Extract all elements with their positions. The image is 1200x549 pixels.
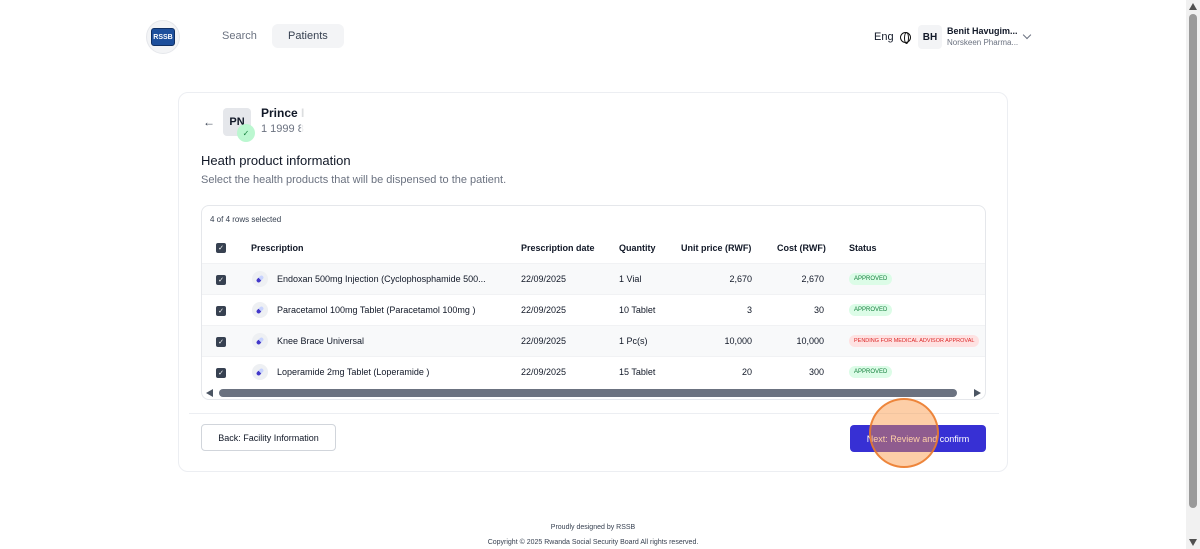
nav-tab-patients[interactable]: Patients [272,24,344,48]
row-checkbox[interactable]: ✓ [216,275,226,285]
quantity: 10 Tablet [619,305,656,315]
row-checkbox[interactable]: ✓ [216,368,226,378]
logo-mark: RSSB [151,28,175,46]
cost: 30 [813,305,824,315]
section-title: Heath product information [201,153,351,168]
user-avatar[interactable]: BH [918,25,942,49]
column-header-unit-price[interactable]: Unit price (RWF) [681,243,751,253]
vertical-scrollbar-thumb[interactable] [1189,14,1197,508]
column-header-prescription[interactable]: Prescription [251,243,304,253]
table-row[interactable]: ✓ Knee Brace Universal 22/09/2025 1 Pc(s… [202,325,985,356]
table-row[interactable]: ✓ Loperamide 2mg Tablet (Loperamide ) 22… [202,356,985,387]
vertical-scrollbar[interactable] [1186,0,1200,549]
column-header-cost[interactable]: Cost (RWF) [777,243,826,253]
globe-icon [899,31,911,44]
unit-price: 2,670 [729,274,752,284]
verified-check-icon: ✓ [237,124,255,142]
pill-icon [252,271,268,287]
footer-credit: Proudly designed by RSSB [550,524,636,531]
scroll-left-arrow-icon[interactable] [206,389,213,397]
cost: 300 [808,367,824,377]
unit-price: 3 [746,305,752,315]
scroll-right-arrow-icon[interactable] [974,389,981,397]
rssb-logo[interactable]: RSSB [146,20,180,54]
click-indicator [869,398,939,468]
patient-id: 1 1999 8 [261,123,304,135]
scroll-down-arrow-icon[interactable] [1189,539,1197,546]
scrollbar-thumb[interactable] [219,389,957,397]
cost: 10,000 [796,336,824,346]
footer-copyright: Copyright © 2025 Rwanda Social Security … [487,539,699,546]
prescription-date: 22/09/2025 [521,367,567,377]
row-checkbox[interactable]: ✓ [216,337,226,347]
select-all-checkbox[interactable]: ✓ [216,243,226,253]
prescription-date: 22/09/2025 [521,274,567,284]
unit-price: 10,000 [724,336,752,346]
patient-name: Prince I [261,106,305,120]
back-arrow-icon[interactable]: ← [203,115,215,129]
prescription-date: 22/09/2025 [521,305,567,315]
language-label: Eng [874,31,894,43]
table-row[interactable]: ✓ Endoxan 500mg Injection (Cyclophospham… [202,263,985,294]
horizontal-scrollbar[interactable] [202,386,985,399]
products-table: 4 of 4 rows selected ✓ Prescription Pres… [201,205,986,400]
top-navigation: RSSB Search Patients Eng BH Benit Havugi… [0,0,1186,72]
redaction-blur [301,103,381,137]
status-badge: PENDING FOR MEDICAL ADVISOR APPROVAL [849,335,980,347]
nav-tab-search[interactable]: Search [206,24,273,48]
unit-price: 20 [741,367,752,377]
user-organization: Norskeen Pharma... [947,38,1019,47]
language-switcher[interactable]: Eng [874,31,911,44]
quantity: 15 Tablet [619,367,656,377]
back-facility-button[interactable]: Back: Facility Information [201,424,336,451]
chevron-down-icon[interactable] [1022,30,1032,40]
prescription-name: Knee Brace Universal [277,336,365,346]
pill-icon [252,333,268,349]
quantity: 1 Pc(s) [619,336,648,346]
status-badge: APPROVED [849,304,893,316]
quantity: 1 Vial [619,274,642,284]
prescription-name: Loperamide 2mg Tablet (Loperamide ) [277,367,430,377]
pill-icon [252,364,268,380]
prescription-name: Paracetamol 100mg Tablet (Paracetamol 10… [277,305,476,315]
status-badge: APPROVED [849,366,893,378]
column-header-date[interactable]: Prescription date [521,243,595,253]
column-header-status[interactable]: Status [849,243,877,253]
scroll-up-arrow-icon[interactable] [1189,3,1197,10]
selection-summary: 4 of 4 rows selected [210,215,282,224]
user-name: Benit Havugim... [947,26,1018,36]
table-row[interactable]: ✓ Paracetamol 100mg Tablet (Paracetamol … [202,294,985,325]
status-badge: APPROVED [849,273,893,285]
row-checkbox[interactable]: ✓ [216,306,226,316]
prescription-name: Endoxan 500mg Injection (Cyclophosphamid… [277,274,486,284]
column-header-quantity[interactable]: Quantity [619,243,656,253]
section-subtitle: Select the health products that will be … [201,174,507,186]
prescription-date: 22/09/2025 [521,336,567,346]
pill-icon [252,302,268,318]
cost: 2,670 [801,274,824,284]
